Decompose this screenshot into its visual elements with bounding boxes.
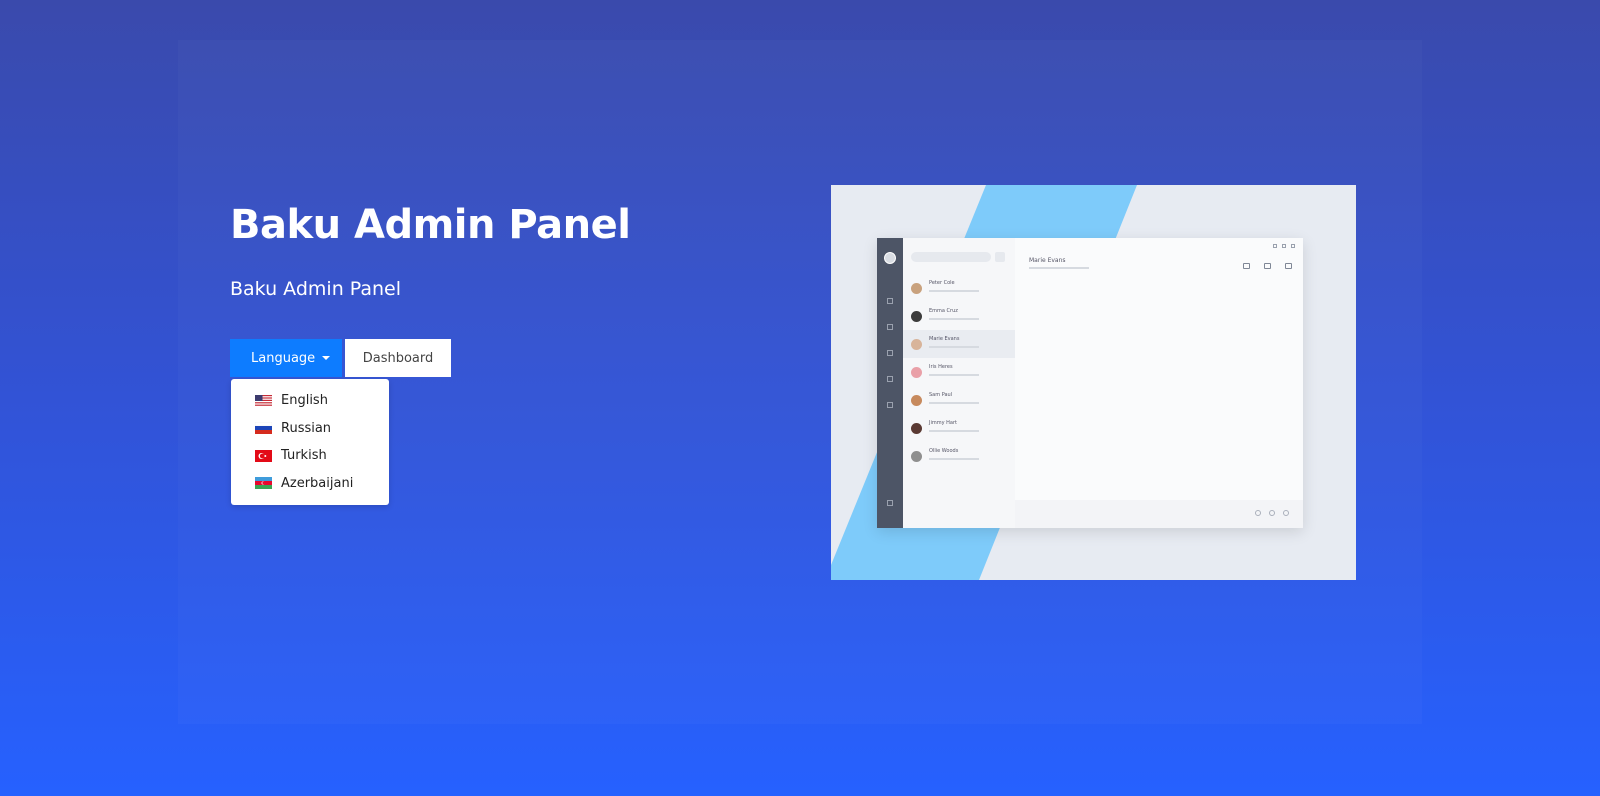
preview-app-window: Peter Cole Emma Cruz Marie Evans Iris He… <box>877 238 1303 528</box>
preview-contact: Iris Heres <box>903 358 1015 386</box>
smile-icon <box>1255 510 1261 516</box>
preview-contact-list: Peter Cole Emma Cruz Marie Evans Iris He… <box>903 238 1015 528</box>
folder-icon <box>1243 263 1250 269</box>
attachment-icon <box>1269 510 1275 516</box>
video-icon <box>1285 263 1292 269</box>
send-icon <box>1283 510 1289 516</box>
avatar <box>911 367 922 378</box>
avatar <box>911 283 922 294</box>
preview-add-icon <box>995 252 1005 262</box>
flag-tr-icon <box>255 449 272 462</box>
app-preview-image: Peter Cole Emma Cruz Marie Evans Iris He… <box>831 185 1356 580</box>
language-option-russian[interactable]: Russian <box>231 415 389 443</box>
preview-search-input <box>911 252 991 262</box>
contact-name: Emma Cruz <box>929 308 958 314</box>
contacts-icon <box>887 324 893 330</box>
flag-az-icon <box>255 477 272 490</box>
preview-contact: Ollie Woods <box>903 442 1015 470</box>
language-option-turkish[interactable]: Turkish <box>231 442 389 470</box>
list-icon <box>887 350 893 356</box>
close-icon <box>1291 244 1295 248</box>
maximize-icon <box>1282 244 1286 248</box>
dashboard-button[interactable]: Dashboard <box>345 339 451 377</box>
minimize-icon <box>1273 244 1277 248</box>
caret-down-icon <box>322 356 331 360</box>
preview-contact: Jimmy Hart <box>903 414 1015 442</box>
contact-preview-line <box>929 430 979 432</box>
contact-name: Peter Cole <box>929 280 955 286</box>
preview-contact: Sam Paul <box>903 386 1015 414</box>
avatar <box>911 451 922 462</box>
contact-name: Marie Evans <box>929 336 960 342</box>
language-label: Turkish <box>281 448 327 464</box>
contact-preview-line <box>929 402 979 404</box>
chat-contact-name: Marie Evans <box>1029 257 1066 264</box>
language-dropdown-menu: English Russian Turkish Azerbaijani <box>231 379 389 505</box>
preview-contact: Marie Evans <box>903 330 1015 358</box>
avatar <box>911 395 922 406</box>
avatar <box>911 423 922 434</box>
preview-contact: Emma Cruz <box>903 302 1015 330</box>
avatar <box>911 339 922 350</box>
chat-status-line <box>1029 267 1089 269</box>
contact-preview-line <box>929 346 979 348</box>
language-option-azerbaijani[interactable]: Azerbaijani <box>231 470 389 498</box>
language-label: Russian <box>281 420 332 436</box>
page-title: Baku Admin Panel <box>230 202 631 248</box>
logout-icon <box>887 500 893 506</box>
contact-preview-line <box>929 374 979 376</box>
contact-preview-line <box>929 318 979 320</box>
chat-icon <box>887 298 893 304</box>
phone-icon <box>1264 263 1271 269</box>
avatar <box>911 311 922 322</box>
contact-name: Iris Heres <box>929 364 953 370</box>
contact-name: Jimmy Hart <box>929 420 957 426</box>
file-icon <box>887 376 893 382</box>
language-option-english[interactable]: English <box>231 387 389 415</box>
preview-chat-input-bar <box>1015 500 1303 528</box>
preview-chat-panel: Marie Evans <box>1015 238 1303 528</box>
preview-contact: Peter Cole <box>903 274 1015 302</box>
language-label: English <box>281 393 328 409</box>
contact-preview-line <box>929 290 979 292</box>
flag-us-icon <box>255 394 272 407</box>
settings-icon <box>887 402 893 408</box>
contact-name: Sam Paul <box>929 392 953 398</box>
preview-sidebar-rail <box>877 238 903 528</box>
language-label: Azerbaijani <box>281 475 354 491</box>
flag-ru-icon <box>255 422 272 435</box>
preview-user-avatar <box>884 252 896 264</box>
language-dropdown-button[interactable]: Language <box>230 339 342 377</box>
language-button-label: Language <box>251 350 316 366</box>
page-subtitle: Baku Admin Panel <box>230 278 402 300</box>
contact-name: Ollie Woods <box>929 448 959 454</box>
contact-preview-line <box>929 458 979 460</box>
